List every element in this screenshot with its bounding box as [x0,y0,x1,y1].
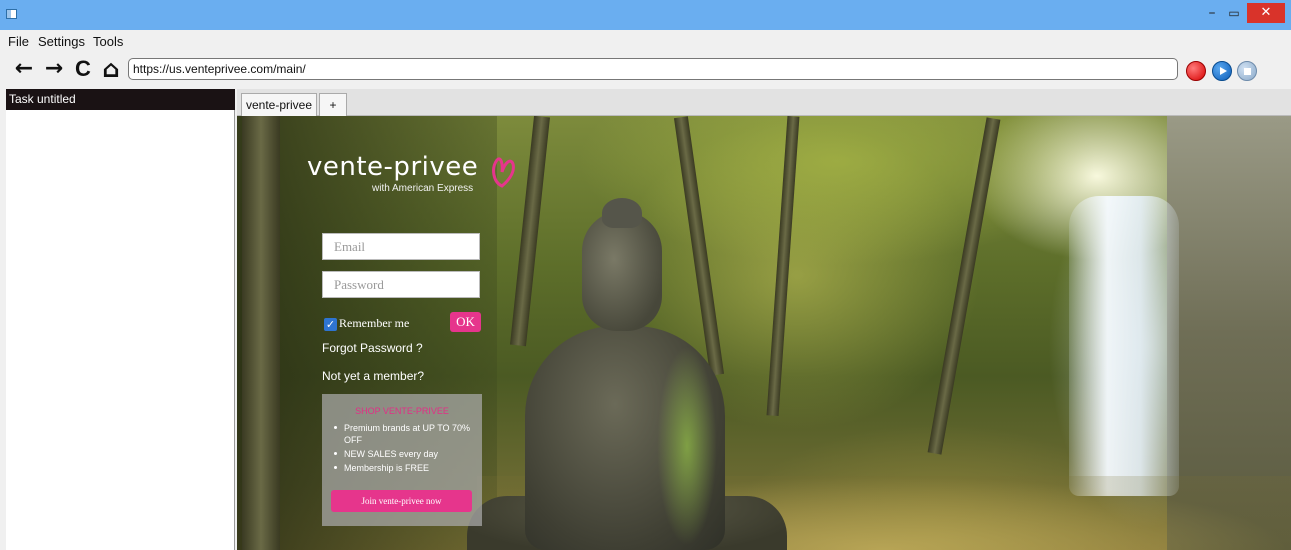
remember-label: Remember me [339,316,410,330]
join-button[interactable]: Join vente-privee now [331,490,472,512]
menu-bar: File Settings Tools [0,30,1291,52]
minimize-button[interactable]: – [1202,4,1222,22]
browser-toolbar: ← → C ⌂ https://us.venteprivee.com/main/ [0,52,1291,88]
home-icon[interactable]: ⌂ [99,57,123,81]
promo-item: NEW SALES every day [334,448,479,460]
menu-file[interactable]: File [8,34,29,49]
menu-settings[interactable]: Settings [38,34,85,49]
reload-icon[interactable]: C [72,57,94,81]
record-icon[interactable] [1186,61,1206,81]
email-field[interactable]: Email [322,233,480,260]
vente-privee-logo[interactable]: vente-privee [307,152,478,182]
tree-trunk [242,116,280,550]
maximize-button[interactable]: ▭ [1224,4,1244,22]
remember-checkbox[interactable]: ✓ [324,318,337,331]
menu-tools[interactable]: Tools [93,34,123,49]
title-bar: – ▭ ✕ [0,0,1291,30]
promo-item: Premium brands at UP TO 70% OFF [334,422,479,446]
task-panel [6,110,235,550]
buddha-crown [602,198,642,228]
task-title: Task untitled [6,89,235,110]
close-button[interactable]: ✕ [1247,3,1285,23]
stop-icon[interactable] [1237,61,1257,81]
app-icon [6,9,17,19]
new-tab-button[interactable]: + [319,93,347,116]
promo-list: Premium brands at UP TO 70% OFF NEW SALE… [334,422,479,476]
tree-trunk [510,116,550,347]
not-member-link[interactable]: Not yet a member? [322,369,424,383]
play-icon[interactable] [1212,61,1232,81]
url-input[interactable]: https://us.venteprivee.com/main/ [128,58,1178,80]
web-content: vente-privee with American Express Email… [237,116,1291,550]
forgot-password-link[interactable]: Forgot Password ? [322,341,423,355]
tab-vente-privee[interactable]: vente-privee [241,93,317,116]
ok-button[interactable]: OK [450,312,481,332]
promo-item: Membership is FREE [334,462,479,474]
vine [657,346,717,546]
password-field[interactable]: Password [322,271,480,298]
buddha-head [582,211,662,331]
waterfall [1069,196,1179,496]
logo-subtitle: with American Express [372,183,474,194]
butterfly-logo-icon [492,157,515,188]
tab-strip: vente-privee + [237,89,1291,116]
back-arrow-icon[interactable]: ← [12,57,36,81]
promo-title: SHOP VENTE-PRIVEE [355,406,449,416]
promo-box: SHOP VENTE-PRIVEE Premium brands at UP T… [322,394,482,526]
forward-arrow-icon[interactable]: → [42,57,66,81]
